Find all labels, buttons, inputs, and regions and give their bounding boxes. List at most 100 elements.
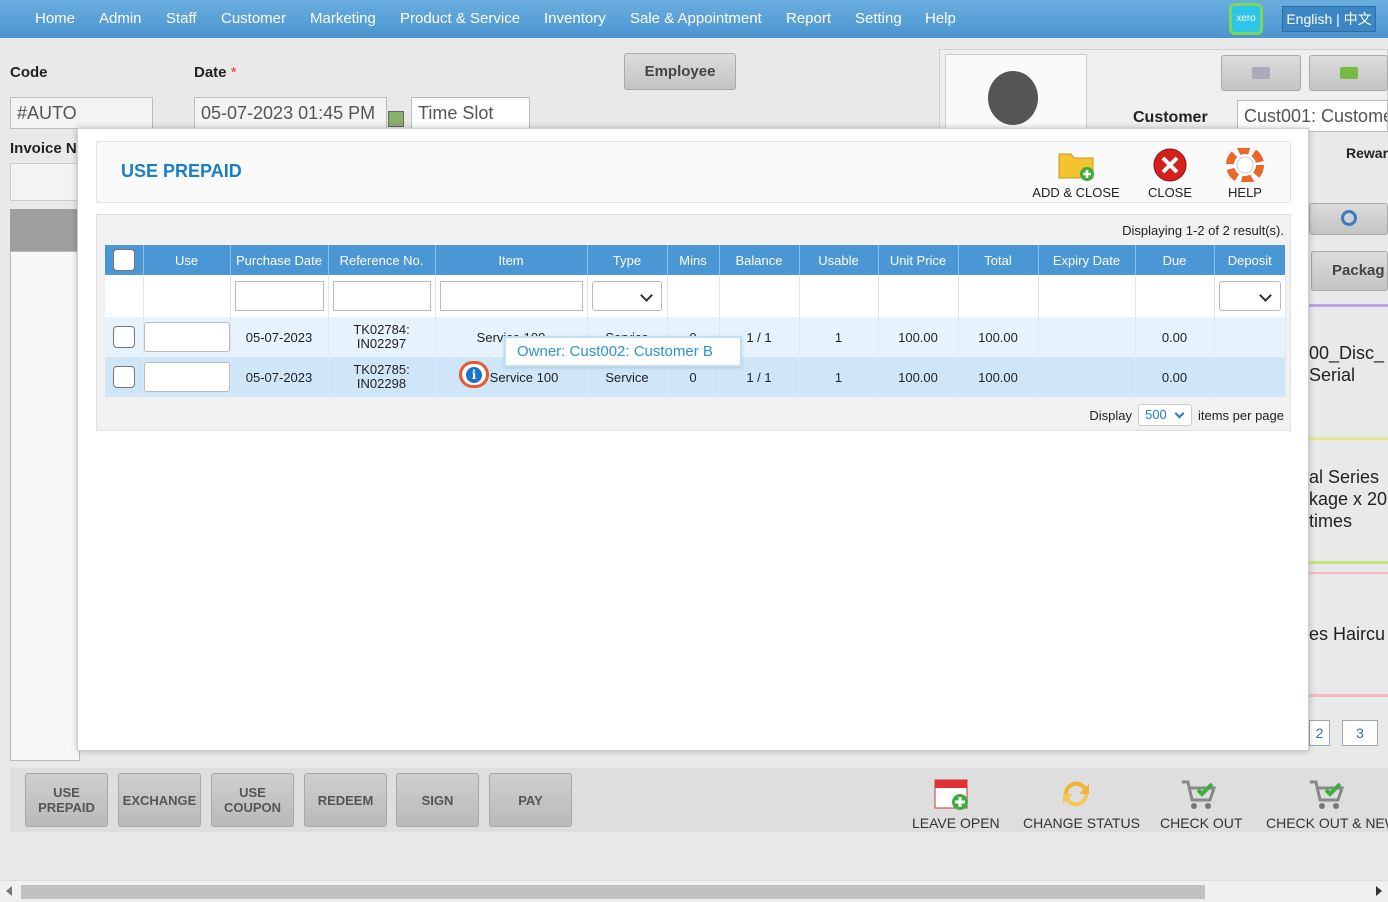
col-deposit[interactable]: Deposit xyxy=(1214,245,1285,275)
divider-yellow xyxy=(1309,437,1388,440)
info-icon-highlight[interactable]: i xyxy=(459,361,489,388)
search-button[interactable] xyxy=(1309,203,1388,235)
cell-deposit xyxy=(1214,357,1286,397)
check-out-button[interactable]: CHECK OUT xyxy=(1160,776,1242,831)
close-button[interactable]: CLOSE xyxy=(1147,148,1193,200)
required-mark: * xyxy=(230,64,237,81)
col-item[interactable]: Item xyxy=(435,245,588,275)
divider-pink xyxy=(1309,572,1388,574)
use-prepaid-button[interactable]: USE PREPAID xyxy=(25,773,108,827)
owner-tooltip: Owner: Cust002: Customer B xyxy=(504,336,742,367)
use-coupon-button[interactable]: USE COUPON xyxy=(211,773,294,827)
scroll-left-icon[interactable] xyxy=(6,886,12,896)
cell-due: 0.00 xyxy=(1135,357,1215,397)
use-qty-input[interactable] xyxy=(143,322,230,352)
use-qty-input[interactable] xyxy=(143,362,230,392)
filter-row xyxy=(105,275,1286,317)
code-label: Code xyxy=(10,64,48,81)
col-total[interactable]: Total xyxy=(958,245,1039,275)
add-close-button[interactable]: ADD & CLOSE xyxy=(1031,148,1121,200)
exchange-button[interactable]: EXCHANGE xyxy=(118,773,201,827)
col-purchase-date[interactable]: Purchase Date xyxy=(230,245,329,275)
cash-button[interactable] xyxy=(1309,55,1388,91)
xero-logo[interactable]: xero xyxy=(1229,3,1263,35)
cell-total: 100.00 xyxy=(958,357,1039,397)
result-count: Displaying 1-2 of 2 result(s). xyxy=(1122,223,1284,238)
row-checkbox[interactable] xyxy=(112,366,135,388)
filter-deposit-select[interactable] xyxy=(1218,281,1281,311)
nav-product-service[interactable]: Product & Service xyxy=(400,10,520,27)
col-balance[interactable]: Balance xyxy=(719,245,800,275)
nav-sale-appointment[interactable]: Sale & Appointment xyxy=(630,10,762,27)
code-input[interactable]: #AUTO xyxy=(10,97,153,129)
folder-add-icon xyxy=(1058,153,1094,181)
redeem-button[interactable]: REDEEM xyxy=(304,773,387,827)
cell-purchase-date: 05-07-2023 xyxy=(230,357,329,397)
leave-open-button[interactable]: LEAVE OPEN xyxy=(912,776,1000,831)
nav-help[interactable]: Help xyxy=(925,10,956,27)
nav-report[interactable]: Report xyxy=(786,10,831,27)
col-use[interactable]: Use xyxy=(143,245,231,275)
pay-button[interactable]: PAY xyxy=(489,773,572,827)
cell-reference: TK02785: IN02298 xyxy=(328,357,436,397)
package-item-2[interactable]: al Series kage x 20 times xyxy=(1309,466,1387,532)
nav-home[interactable]: Home xyxy=(35,10,75,27)
col-expiry-date[interactable]: Expiry Date xyxy=(1038,245,1136,275)
nav-customer[interactable]: Customer xyxy=(221,10,286,27)
date-input[interactable]: 05-07-2023 01:45 PM xyxy=(194,97,387,129)
sign-button[interactable]: SIGN xyxy=(396,773,479,827)
page-2[interactable]: 2 xyxy=(1309,720,1330,746)
col-type[interactable]: Type xyxy=(587,245,668,275)
col-reference[interactable]: Reference No. xyxy=(328,245,436,275)
dialog-title: USE PREPAID xyxy=(121,161,242,181)
nav-marketing[interactable]: Marketing xyxy=(310,10,376,27)
col-unit-price[interactable]: Unit Price xyxy=(878,245,959,275)
horizontal-scrollbar[interactable] xyxy=(0,880,1388,902)
scroll-right-icon[interactable] xyxy=(1376,886,1382,896)
package-tab[interactable]: Packag xyxy=(1311,251,1388,291)
help-button[interactable]: HELP xyxy=(1222,146,1268,200)
card-icon xyxy=(1252,67,1270,79)
package-item-3[interactable]: es Haircu xyxy=(1309,624,1385,645)
invoice-input[interactable] xyxy=(10,163,80,201)
date-label: Date * xyxy=(194,64,237,81)
calendar-icon[interactable] xyxy=(388,111,404,127)
page-3[interactable]: 3 xyxy=(1342,720,1378,746)
language-switch[interactable]: English | 中文 xyxy=(1282,6,1376,32)
card-button[interactable] xyxy=(1221,55,1301,91)
invoice-label: Invoice N xyxy=(10,140,77,157)
cell-purchase-date: 05-07-2023 xyxy=(230,317,329,357)
chevron-down-icon xyxy=(1174,408,1185,419)
prepaid-grid: Displaying 1-2 of 2 result(s). Use Purch… xyxy=(96,214,1291,431)
package-item-1[interactable]: 00_Disc_ Serial xyxy=(1309,342,1384,386)
filter-reference[interactable] xyxy=(332,281,431,311)
cell-due: 0.00 xyxy=(1135,317,1215,357)
cell-reference: TK02784: IN02297 xyxy=(328,317,436,357)
col-usable[interactable]: Usable xyxy=(799,245,879,275)
nav-staff[interactable]: Staff xyxy=(166,10,197,27)
table-header: Use Purchase Date Reference No. Item Typ… xyxy=(105,245,1285,275)
filter-type-select[interactable] xyxy=(592,281,662,311)
cell-unit-price: 100.00 xyxy=(878,357,959,397)
check-out-new-button[interactable]: CHECK OUT & NEW xyxy=(1266,776,1388,831)
nav-admin[interactable]: Admin xyxy=(99,10,142,27)
items-panel xyxy=(10,251,80,761)
nav-inventory[interactable]: Inventory xyxy=(544,10,606,27)
scrollbar-thumb[interactable] xyxy=(21,885,1205,899)
timeslot-select[interactable]: Time Slot xyxy=(411,97,530,129)
select-all-cell xyxy=(105,245,144,275)
filter-item[interactable] xyxy=(439,281,583,311)
nav-setting[interactable]: Setting xyxy=(855,10,902,27)
row-checkbox[interactable] xyxy=(112,326,135,348)
cart-check-icon xyxy=(1182,780,1217,809)
cell-total: 100.00 xyxy=(958,317,1039,357)
col-mins[interactable]: Mins xyxy=(667,245,720,275)
filter-purchase-date[interactable] xyxy=(234,281,324,311)
col-due[interactable]: Due xyxy=(1135,245,1215,275)
change-status-button[interactable]: CHANGE STATUS xyxy=(1023,776,1140,831)
top-nav: Home Admin Staff Customer Marketing Prod… xyxy=(0,0,1388,38)
employee-button[interactable]: Employee xyxy=(624,53,736,90)
dialog-header: USE PREPAID ADD & CLOSE CLOSE HELP xyxy=(96,141,1291,203)
select-all-checkbox[interactable] xyxy=(112,249,135,271)
per-page-select[interactable]: 500 xyxy=(1138,404,1192,426)
